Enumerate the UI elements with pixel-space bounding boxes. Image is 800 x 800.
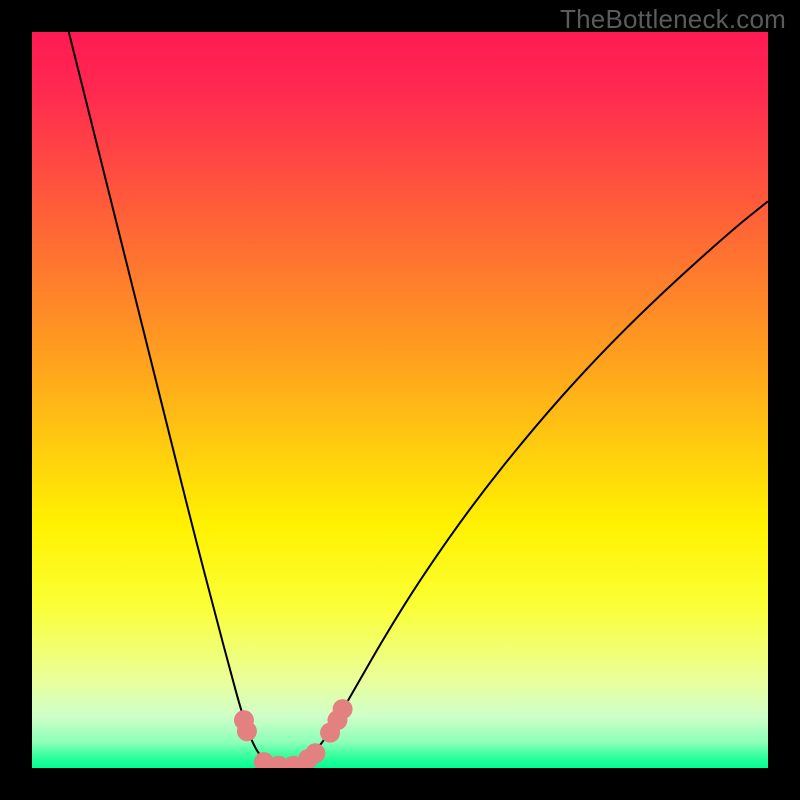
chart-background [32, 32, 768, 768]
marker-point [305, 743, 325, 763]
chart-plot [32, 32, 768, 768]
chart-frame: TheBottleneck.com [0, 0, 800, 800]
watermark: TheBottleneck.com [560, 4, 786, 35]
chart-svg [32, 32, 768, 768]
marker-point [333, 699, 353, 719]
marker-point [237, 721, 257, 741]
